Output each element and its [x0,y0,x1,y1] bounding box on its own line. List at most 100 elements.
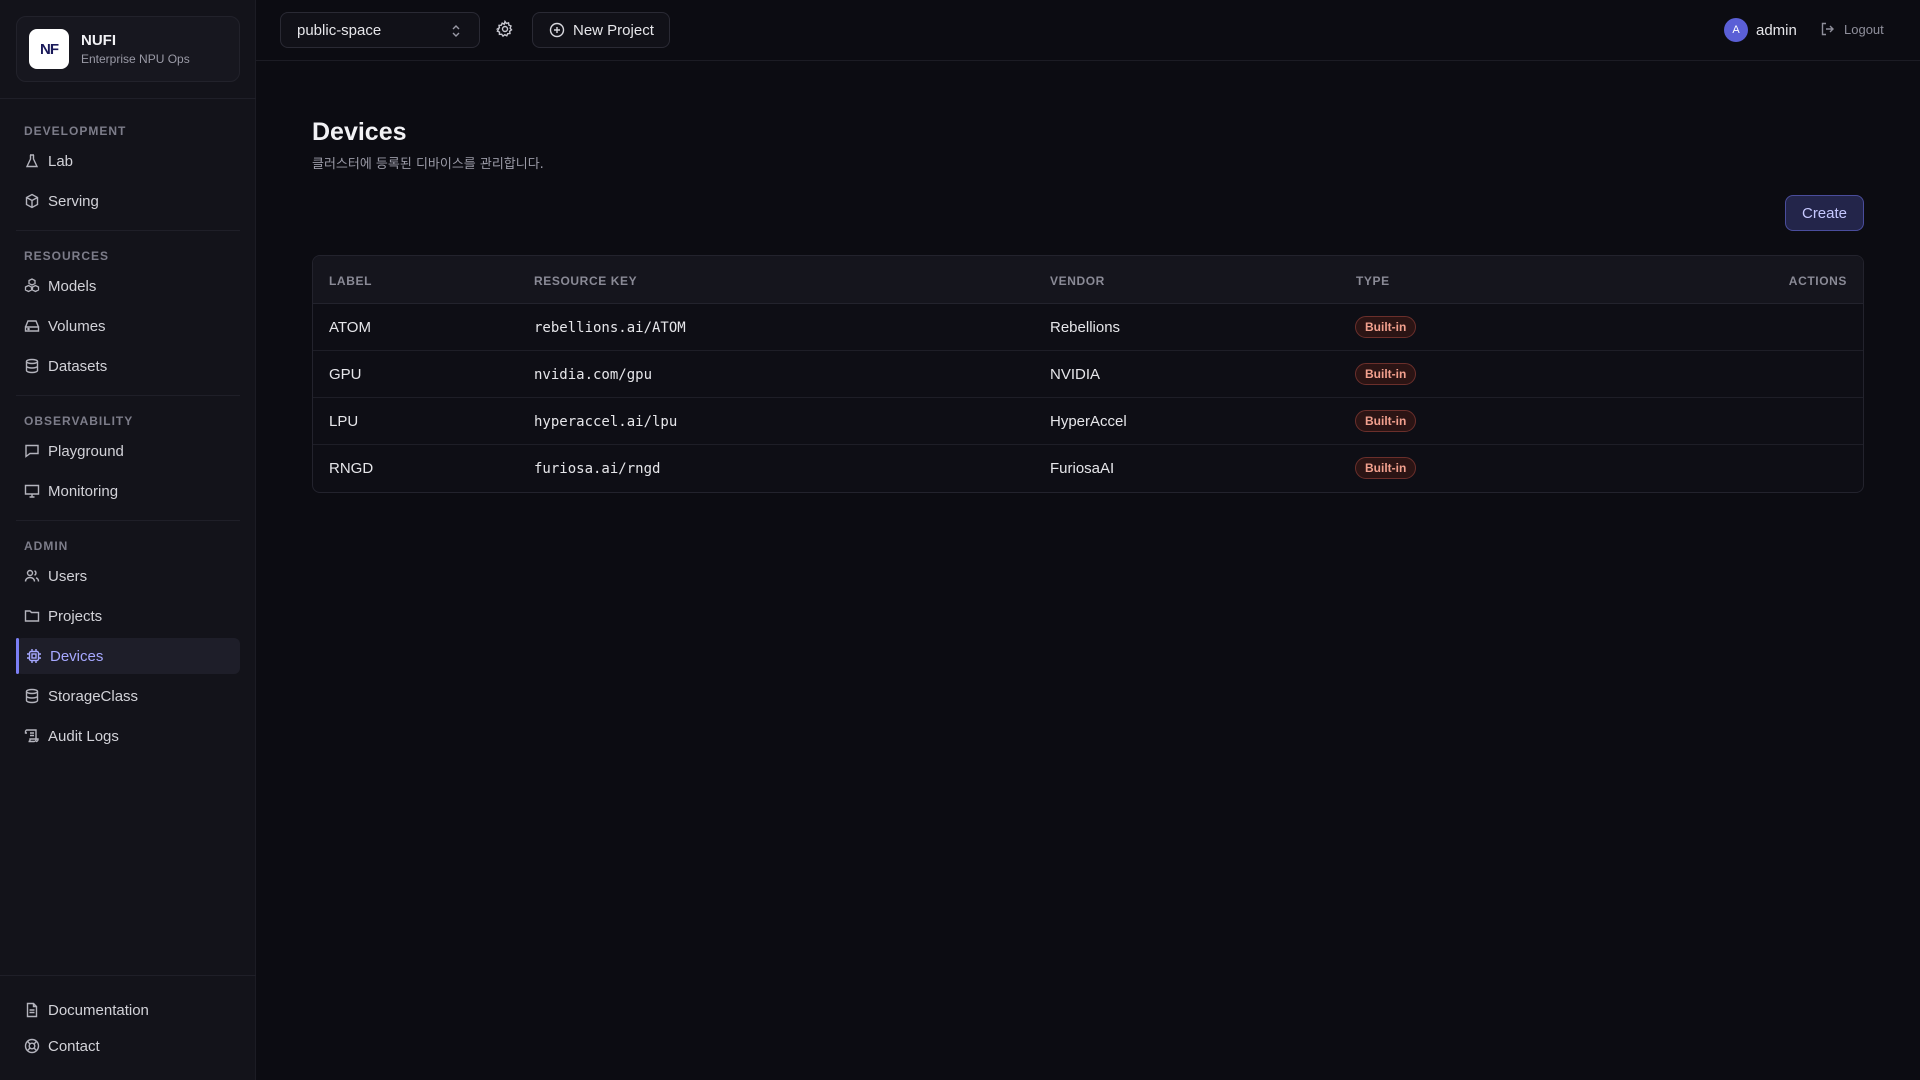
table-row[interactable]: GPU nvidia.com/gpu NVIDIA Built-in [313,351,1863,398]
chevron-up-down-icon [449,23,463,39]
type-badge: Built-in [1355,457,1417,479]
column-header-resource-key: RESOURCE KEY [534,274,638,288]
sidebar-item-label: Models [48,277,97,295]
type-badge: Built-in [1355,316,1417,338]
devices-table: LABEL RESOURCE KEY VENDOR TYPE ACTIONS A… [312,255,1864,493]
column-header-vendor: VENDOR [1050,274,1105,288]
sidebar-item-users[interactable]: Users [16,558,240,594]
type-badge: Built-in [1355,410,1417,432]
sidebar-item-datasets[interactable]: Datasets [16,348,240,384]
cell-vendor: FuriosaAI [1050,460,1115,477]
hard-drive-icon [24,318,40,334]
section-title-development: DEVELOPMENT [24,124,127,138]
page-title: Devices [312,118,407,146]
table-row[interactable]: LPU hyperaccel.ai/lpu HyperAccel Built-i… [313,398,1863,445]
sidebar-item-projects[interactable]: Projects [16,598,240,634]
cell-resource-key: rebellions.ai/ATOM [534,320,686,336]
project-select[interactable]: public-space [280,12,480,48]
sidebar-divider [0,975,256,976]
table-header: LABEL RESOURCE KEY VENDOR TYPE ACTIONS [313,256,1863,304]
sidebar-item-label: Volumes [48,317,106,335]
monitor-icon [24,483,40,499]
section-title-observability: OBSERVABILITY [24,414,134,428]
table-row[interactable]: RNGD furiosa.ai/rngd FuriosaAI Built-in [313,445,1863,492]
sidebar-item-label: Contact [48,1037,100,1055]
cell-vendor: Rebellions [1050,319,1121,336]
cell-resource-key: furiosa.ai/rngd [534,461,661,477]
column-header-actions: ACTIONS [1788,274,1847,288]
brand-subtitle: Enterprise NPU Ops [81,52,190,66]
sidebar-item-label: Audit Logs [48,727,119,745]
brand-card[interactable]: NF NUFI Enterprise NPU Ops [16,16,240,82]
topbar: public-space New Project A admin Logout [256,0,1920,61]
cell-label: GPU [329,366,362,383]
sidebar-item-label: Monitoring [48,482,119,500]
chip-icon [26,648,42,664]
sidebar-item-storageclass[interactable]: StorageClass [16,678,240,714]
sidebar-item-documentation[interactable]: Documentation [16,992,240,1028]
cell-label: ATOM [329,319,371,336]
boxes-icon [24,278,40,294]
sidebar-item-label: Serving [48,192,99,210]
project-settings-button[interactable] [496,20,514,38]
plus-circle-icon [549,22,565,38]
project-select-value: public-space [297,21,382,39]
cell-vendor: NVIDIA [1050,366,1101,383]
sidebar-item-label: Datasets [48,357,108,375]
sidebar-item-label: Projects [48,607,103,625]
sidebar-item-serving[interactable]: Serving [16,183,240,219]
sidebar-item-audit-logs[interactable]: Audit Logs [16,718,240,754]
sidebar-item-models[interactable]: Models [16,268,240,304]
sidebar-item-label: StorageClass [48,687,139,705]
sidebar-item-label: Documentation [48,1001,149,1019]
brand-text: NUFI Enterprise NPU Ops [81,32,190,66]
cell-vendor: HyperAccel [1050,413,1127,430]
sidebar-divider [16,520,240,521]
user-name: admin [1756,21,1797,39]
cell-resource-key: hyperaccel.ai/lpu [534,414,678,430]
sidebar-item-label: Users [48,567,88,585]
avatar: A [1724,18,1748,42]
database-icon [24,688,40,704]
flask-icon [24,153,40,169]
section-title-admin: ADMIN [24,539,69,553]
column-header-type: TYPE [1356,274,1390,288]
new-project-label: New Project [573,21,654,39]
folder-icon [24,608,40,624]
sidebar: NF NUFI Enterprise NPU Ops DEVELOPMENT L… [0,0,256,1080]
logout-label: Logout [1844,21,1884,37]
section-title-resources: RESOURCES [24,249,110,263]
cube-icon [24,193,40,209]
user-menu[interactable]: A admin [1724,18,1797,42]
cell-label: LPU [329,413,359,430]
page-subtitle: 클러스터에 등록된 디바이스를 관리합니다. [312,157,544,172]
chat-icon [24,443,40,459]
table-row[interactable]: ATOM rebellions.ai/ATOM Rebellions Built… [313,304,1863,351]
sidebar-item-label: Playground [48,442,124,460]
logout-button[interactable]: Logout [1820,21,1884,37]
type-badge: Built-in [1355,363,1417,385]
cell-label: RNGD [329,460,374,477]
logout-icon [1820,21,1836,37]
sidebar-item-playground[interactable]: Playground [16,433,240,469]
sidebar-divider [16,395,240,396]
database-icon [24,358,40,374]
sidebar-item-contact[interactable]: Contact [16,1028,240,1064]
sidebar-item-label: Lab [48,152,74,170]
brand-logo-text: NF [40,40,59,58]
gear-icon [496,20,514,38]
sidebar-divider [16,230,240,231]
column-header-label: LABEL [329,274,372,288]
sidebar-item-monitoring[interactable]: Monitoring [16,473,240,509]
new-project-button[interactable]: New Project [532,12,670,48]
sidebar-item-volumes[interactable]: Volumes [16,308,240,344]
users-icon [24,568,40,584]
create-button[interactable]: Create [1785,195,1864,231]
brand-name: NUFI [81,32,116,49]
sidebar-item-label: Devices [50,647,104,665]
sidebar-item-lab[interactable]: Lab [16,143,240,179]
cell-resource-key: nvidia.com/gpu [534,367,653,383]
scroll-icon [24,728,40,744]
document-icon [24,1002,40,1018]
sidebar-item-devices[interactable]: Devices [16,638,240,674]
